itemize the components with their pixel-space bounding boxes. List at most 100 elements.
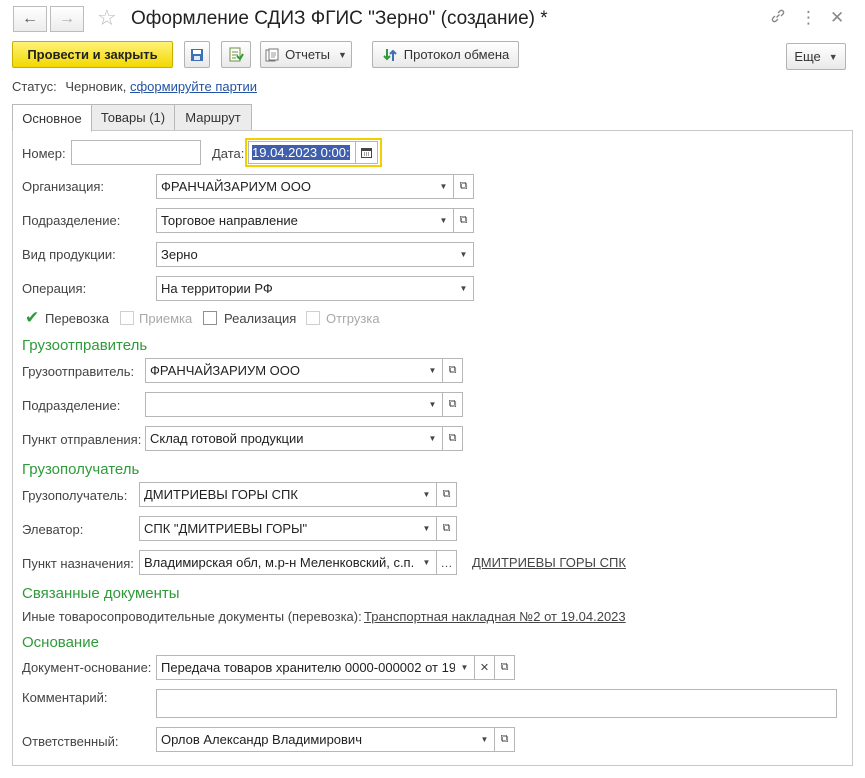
acceptance-checkbox[interactable] [120, 311, 134, 325]
number-field[interactable] [71, 140, 201, 165]
operation-label: Операция: [22, 281, 87, 296]
back-button[interactable]: ← [13, 6, 47, 32]
org-open-icon[interactable]: ⧉ [454, 174, 474, 199]
elevator-open-icon[interactable]: ⧉ [437, 516, 457, 541]
responsible-field[interactable]: Орлов Александр Владимирович [156, 727, 476, 752]
shipper-subdiv-dropdown[interactable]: ▼ [423, 392, 443, 417]
chevron-down-icon: ▼ [338, 49, 347, 60]
elevator-field[interactable]: СПК "ДМИТРИЕВЫ ГОРЫ" [139, 516, 418, 541]
transport-checkbox[interactable]: ✔ [25, 309, 39, 326]
elevator-dropdown[interactable]: ▼ [417, 516, 437, 541]
reports-label: Отчеты [285, 47, 330, 62]
more-vertical-icon[interactable]: ⋮ [800, 8, 817, 28]
close-icon[interactable]: ✕ [830, 8, 844, 28]
more-label: Еще [794, 49, 821, 64]
operation-field[interactable]: На территории РФ [156, 276, 455, 301]
shipper-subdiv-field[interactable] [145, 392, 424, 417]
save-button[interactable] [184, 41, 210, 68]
forward-icon: → [59, 10, 75, 27]
responsible-dropdown[interactable]: ▼ [475, 727, 495, 752]
product-dropdown[interactable]: ▼ [454, 242, 474, 267]
clear-icon[interactable]: ✕ [475, 655, 495, 680]
basis-doc-open-icon[interactable]: ⧉ [495, 655, 515, 680]
departure-point-field[interactable]: Склад готовой продукции [145, 426, 424, 451]
exchange-protocol-button[interactable]: Протокол обмена [372, 41, 519, 68]
shipment-checkbox[interactable] [306, 311, 320, 325]
reports-icon [265, 48, 279, 61]
destination-select-button[interactable]: … [437, 550, 457, 575]
org-field[interactable]: ФРАНЧАЙЗАРИУМ ООО [156, 174, 435, 199]
post-and-close-button[interactable]: Провести и закрыть [12, 41, 173, 68]
destination-link[interactable]: ДМИТРИЕВЫ ГОРЫ СПК [472, 555, 626, 570]
subdiv-open-icon[interactable]: ⧉ [454, 208, 474, 233]
shipper-heading: Грузоотправитель [22, 337, 148, 354]
product-field[interactable]: Зерно [156, 242, 455, 267]
sale-checkbox[interactable] [203, 311, 217, 325]
page-title: Оформление СДИЗ ФГИС "Зерно" (создание) … [131, 8, 548, 29]
responsible-label: Ответственный: [22, 734, 119, 749]
product-label: Вид продукции: [22, 247, 116, 262]
departure-point-label: Пункт отправления: [22, 432, 142, 447]
shipment-checkbox-label: Отгрузка [326, 311, 380, 326]
acceptance-checkbox-label: Приемка [139, 311, 193, 326]
reports-button[interactable]: Отчеты ▼ [260, 41, 352, 68]
number-label: Номер: [22, 146, 66, 161]
tab-goods[interactable]: Товары (1) [91, 104, 175, 131]
waybill-link[interactable]: Транспортная накладная №2 от 19.04.2023 [364, 609, 626, 624]
org-dropdown[interactable]: ▼ [434, 174, 454, 199]
status-line: Статус: Черновик, сформируйте партии [12, 79, 257, 94]
comment-field[interactable] [156, 689, 837, 718]
shipper-field[interactable]: ФРАНЧАЙЗАРИУМ ООО [145, 358, 424, 383]
shipper-dropdown[interactable]: ▼ [423, 358, 443, 383]
transport-checkbox-label: Перевозка [45, 311, 110, 326]
shipper-subdiv-open-icon[interactable]: ⧉ [443, 392, 463, 417]
operation-dropdown[interactable]: ▼ [454, 276, 474, 301]
destination-dropdown[interactable]: ▼ [417, 550, 437, 575]
sale-checkbox-label: Реализация [224, 311, 297, 326]
tab-route[interactable]: Маршрут [174, 104, 252, 131]
post-document-icon [229, 47, 244, 61]
basis-doc-label: Документ-основание: [22, 660, 152, 675]
form-batches-link[interactable]: сформируйте партии [130, 79, 257, 94]
basis-heading: Основание [22, 634, 99, 651]
destination-field[interactable]: Владимирская обл, м.р-н Меленковский, с.… [139, 550, 418, 575]
destination-label: Пункт назначения: [22, 556, 134, 571]
forward-button[interactable]: → [50, 6, 84, 32]
shipper-subdiv-label: Подразделение: [22, 398, 121, 413]
subdiv-label: Подразделение: [22, 213, 121, 228]
subdiv-field[interactable]: Торговое направление [156, 208, 435, 233]
departure-point-dropdown[interactable]: ▼ [423, 426, 443, 451]
basis-doc-dropdown[interactable]: ▼ [455, 655, 475, 680]
elevator-label: Элеватор: [22, 522, 84, 537]
exchange-label: Протокол обмена [403, 47, 510, 62]
consignee-label: Грузополучатель: [22, 488, 128, 503]
calendar-icon [361, 148, 372, 158]
shipper-open-icon[interactable]: ⧉ [443, 358, 463, 383]
org-label: Организация: [22, 179, 105, 194]
date-value: 19.04.2023 0:00: [252, 145, 350, 160]
status-value: Черновик, [65, 79, 127, 94]
tab-main[interactable]: Основное [12, 104, 92, 132]
more-button[interactable]: Еще ▼ [786, 43, 846, 70]
post-button[interactable] [221, 41, 251, 68]
subdiv-dropdown[interactable]: ▼ [434, 208, 454, 233]
responsible-open-icon[interactable]: ⧉ [495, 727, 515, 752]
save-icon [191, 48, 203, 61]
consignee-open-icon[interactable]: ⧉ [437, 482, 457, 507]
exchange-icon [383, 48, 397, 61]
date-field[interactable]: 19.04.2023 0:00: [248, 141, 356, 164]
favorite-star-icon[interactable]: ☆ [97, 5, 117, 31]
consignee-heading: Грузополучатель [22, 461, 140, 478]
departure-point-open-icon[interactable]: ⧉ [443, 426, 463, 451]
calendar-button[interactable] [356, 141, 378, 164]
related-docs-heading: Связанные документы [22, 585, 180, 602]
link-icon[interactable] [770, 8, 786, 29]
related-docs-label: Иные товаросопроводительные документы (п… [22, 609, 362, 624]
consignee-field[interactable]: ДМИТРИЕВЫ ГОРЫ СПК [139, 482, 418, 507]
chevron-down-icon: ▼ [828, 51, 838, 62]
comment-label: Комментарий: [22, 690, 108, 705]
shipper-label: Грузоотправитель: [22, 364, 135, 379]
status-label: Статус: [12, 79, 57, 94]
basis-doc-field[interactable]: Передача товаров хранителю 0000-000002 о… [156, 655, 456, 680]
consignee-dropdown[interactable]: ▼ [417, 482, 437, 507]
